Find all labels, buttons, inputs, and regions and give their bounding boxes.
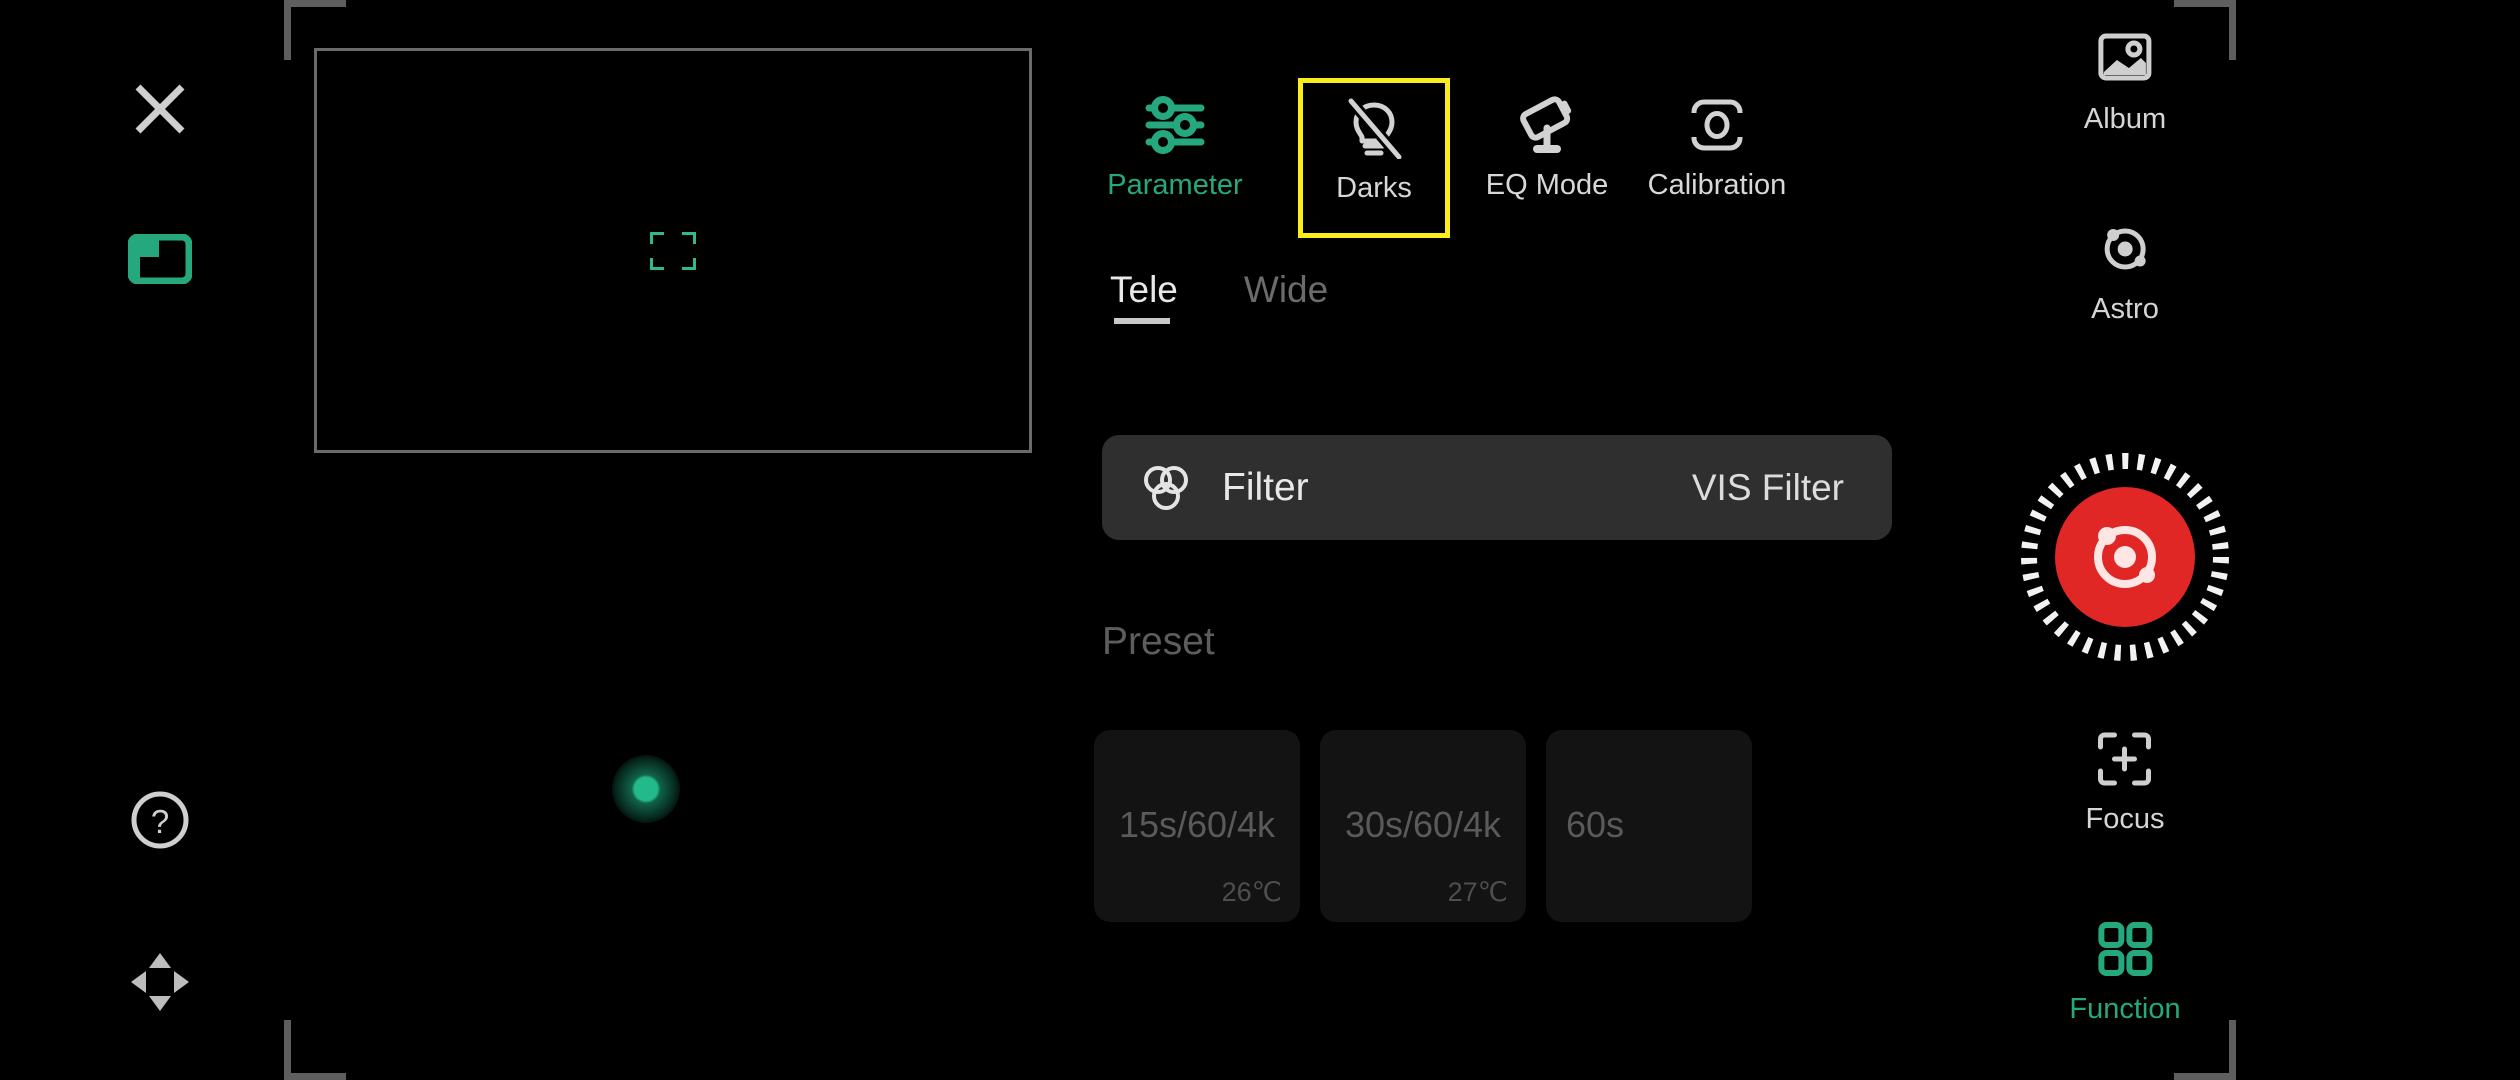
preset-section-title: Preset	[1102, 620, 1215, 663]
preset-list[interactable]: 15s/60/4k 26℃ 30s/60/4k 27℃ 60s	[1094, 730, 1940, 930]
telescope-icon	[1516, 92, 1578, 158]
preset-card[interactable]: 15s/60/4k 26℃	[1094, 730, 1300, 922]
shutter-inner-circle	[2055, 487, 2195, 627]
record-shutter-button[interactable]	[2016, 448, 2234, 666]
mode-parameter[interactable]: Parameter	[1090, 78, 1260, 238]
tab-tele[interactable]: Tele	[1110, 268, 1178, 324]
mode-toolbar: Parameter Darks EQ Mode Calibration	[1107, 78, 1940, 238]
sliders-icon	[1144, 92, 1206, 158]
focus-crosshair-icon	[2097, 728, 2153, 790]
camera-tab-group: Tele Wide	[1110, 268, 1328, 324]
astro-button[interactable]: Astro	[2091, 218, 2159, 326]
tab-wide[interactable]: Wide	[1244, 268, 1328, 324]
preset-card[interactable]: 60s	[1546, 730, 1752, 922]
preset-name: 15s/60/4k	[1118, 804, 1276, 845]
astro-label: Astro	[2091, 293, 2159, 325]
frame-circle-icon	[1686, 92, 1748, 158]
image-photo-icon	[2096, 28, 2154, 90]
grid-squares-icon	[2097, 918, 2153, 980]
mode-darks-label: Darks	[1336, 172, 1412, 204]
help-button[interactable]: ?	[125, 785, 195, 855]
focus-reticle-icon	[650, 231, 696, 270]
album-button[interactable]: Album	[2084, 28, 2166, 136]
filter-row[interactable]: Filter VIS Filter	[1102, 435, 1892, 540]
mode-calibration[interactable]: Calibration	[1632, 78, 1802, 238]
venn-circles-icon	[1138, 460, 1198, 516]
left-toolbar: ?	[0, 0, 290, 1080]
preset-name: 60s	[1566, 804, 1625, 845]
filter-value: VIS Filter	[1691, 466, 1844, 508]
preset-name: 30s/60/4k	[1344, 804, 1502, 845]
filter-label: Filter	[1222, 465, 1309, 509]
star-marker-dot	[612, 755, 680, 823]
preset-temperature: 27℃	[1447, 877, 1508, 907]
center-control-column: Parameter Darks EQ Mode Calibration Tele…	[1094, 0, 1940, 1080]
camera-app-screen: ? Parameter Darks EQ Mode Calibration Te…	[0, 0, 2520, 1080]
function-button[interactable]: Function	[2069, 918, 2181, 1026]
pan-direction-button[interactable]	[123, 945, 197, 1019]
picture-in-picture-icon	[128, 234, 192, 284]
preset-card[interactable]: 30s/60/4k 27℃	[1320, 730, 1526, 922]
focus-button[interactable]: Focus	[2085, 728, 2165, 836]
lightbulb-off-icon	[1343, 95, 1405, 161]
screen-corner-bracket-bottom-left	[284, 1020, 346, 1080]
camera-preview-panel[interactable]	[314, 48, 1032, 453]
right-toolbar: Album Astro Focus Function	[1960, 0, 2520, 1080]
preset-temperature: 26℃	[1221, 877, 1282, 907]
album-label: Album	[2083, 103, 2167, 135]
focus-label: Focus	[2085, 803, 2165, 835]
atom-orbit-icon	[2096, 218, 2154, 280]
directional-pad-icon	[131, 953, 189, 1011]
function-label: Function	[2069, 993, 2181, 1025]
help-question-icon: ?	[131, 791, 189, 849]
mode-parameter-label: Parameter	[1107, 169, 1243, 201]
atom-orbit-icon	[2094, 526, 2156, 588]
mode-calibration-label: Calibration	[1647, 169, 1787, 201]
picture-in-picture-button[interactable]	[123, 228, 197, 290]
close-button[interactable]	[123, 72, 197, 146]
mode-eq[interactable]: EQ Mode	[1462, 78, 1632, 238]
mode-darks[interactable]: Darks	[1298, 78, 1450, 238]
mode-eq-label: EQ Mode	[1485, 169, 1609, 201]
close-x-icon	[135, 84, 185, 134]
svg-text:?: ?	[151, 803, 169, 840]
